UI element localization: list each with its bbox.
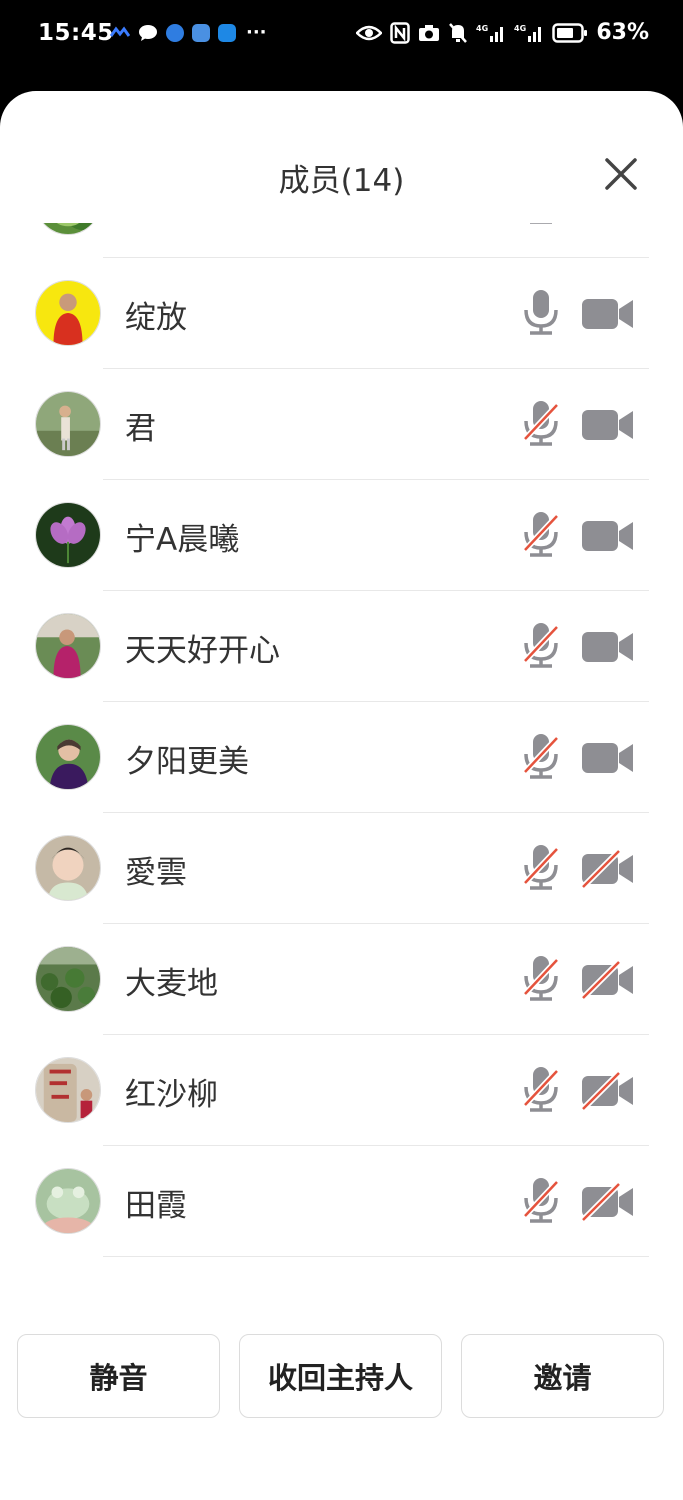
mic-muted-icon[interactable] <box>520 621 562 669</box>
member-name: 心有莲花 <box>125 223 249 226</box>
camera-off-icon[interactable] <box>581 1072 635 1110</box>
camera-icon[interactable] <box>581 739 635 777</box>
mic-icon[interactable] <box>520 223 562 225</box>
camera-icon[interactable] <box>581 406 635 444</box>
battery-percentage: 63% <box>596 20 649 45</box>
member-list[interactable]: 心有莲花绽放君宁A晨曦天天好开心夕阳更美愛雲大麦地红沙柳田霞 <box>0 223 683 1299</box>
camera-icon[interactable] <box>581 628 635 666</box>
weather-icon <box>218 24 236 42</box>
bell-off-icon <box>449 22 468 43</box>
nfc-icon <box>390 21 411 44</box>
notification-icons: ··· <box>110 24 267 42</box>
divider <box>103 1256 649 1257</box>
mic-muted-icon[interactable] <box>520 843 562 891</box>
camera-icon[interactable] <box>581 517 635 555</box>
member-name: 田霞 <box>125 1188 187 1224</box>
mic-muted-icon[interactable] <box>520 399 562 447</box>
eye-icon <box>356 25 383 40</box>
revoke-host-button[interactable]: 收回主持人 <box>239 1334 442 1418</box>
signal-4g-icon-2: 4G <box>514 24 542 42</box>
svg-text:4G: 4G <box>476 24 488 33</box>
status-time: 15:45 <box>38 20 114 46</box>
camera-icon <box>419 24 440 41</box>
member-row[interactable]: 天天好开心 <box>0 591 683 702</box>
camera-icon[interactable] <box>581 295 635 333</box>
mic-muted-icon[interactable] <box>520 1176 562 1224</box>
avatar <box>35 223 101 235</box>
mic-muted-icon[interactable] <box>520 954 562 1002</box>
avatar <box>35 946 101 1012</box>
camera-off-icon[interactable] <box>581 1183 635 1221</box>
avatar <box>35 835 101 901</box>
avatar <box>35 502 101 568</box>
browser-icon <box>166 24 184 42</box>
action-bar: 静音 收回主持人 邀请 <box>0 1334 683 1420</box>
close-icon[interactable] <box>602 155 640 193</box>
message-icon <box>139 25 157 41</box>
avatar <box>35 1057 101 1123</box>
member-row[interactable]: 愛雲 <box>0 813 683 924</box>
status-bar: 15:45 ··· 4G 4G 63% <box>0 0 683 70</box>
member-name: 宁A晨曦 <box>125 522 240 558</box>
member-name: 绽放 <box>125 300 187 336</box>
camera-off-icon[interactable] <box>581 961 635 999</box>
member-name: 夕阳更美 <box>125 744 249 780</box>
mic-muted-icon[interactable] <box>520 1065 562 1113</box>
invite-button[interactable]: 邀请 <box>461 1334 664 1418</box>
more-notifications-icon: ··· <box>246 22 267 43</box>
svg-text:4G: 4G <box>514 24 526 33</box>
feishu-icon <box>110 26 130 37</box>
member-row[interactable]: 宁A晨曦 <box>0 480 683 591</box>
avatar <box>35 724 101 790</box>
battery-icon <box>552 22 588 43</box>
avatar <box>35 280 101 346</box>
mic-icon[interactable] <box>520 288 562 336</box>
member-row[interactable]: 田霞 <box>0 1146 683 1257</box>
sheet-title: 成员(14) <box>278 163 405 199</box>
member-row[interactable]: 心有莲花 <box>0 223 683 258</box>
signal-4g-icon: 4G <box>476 24 504 42</box>
member-name: 天天好开心 <box>125 633 280 669</box>
member-row[interactable]: 大麦地 <box>0 924 683 1035</box>
members-sheet: 成员(14) 心有莲花绽放君宁A晨曦天天好开心夕阳更美愛雲大麦地红沙柳田霞 静音… <box>0 91 683 1500</box>
member-name: 君 <box>125 411 156 447</box>
mic-muted-icon[interactable] <box>520 732 562 780</box>
mute-button[interactable]: 静音 <box>17 1334 220 1418</box>
system-icons: 4G 4G 63% <box>356 20 649 45</box>
camera-off-icon[interactable] <box>581 850 635 888</box>
music-icon <box>192 24 210 42</box>
mic-muted-icon[interactable] <box>520 510 562 558</box>
avatar <box>35 1168 101 1234</box>
member-row[interactable]: 夕阳更美 <box>0 702 683 813</box>
member-row[interactable]: 红沙柳 <box>0 1035 683 1146</box>
member-name: 大麦地 <box>125 966 218 1002</box>
avatar <box>35 391 101 457</box>
member-name: 红沙柳 <box>125 1077 218 1113</box>
avatar <box>35 613 101 679</box>
member-row[interactable]: 君 <box>0 369 683 480</box>
member-name: 愛雲 <box>125 855 187 891</box>
member-row[interactable]: 绽放 <box>0 258 683 369</box>
